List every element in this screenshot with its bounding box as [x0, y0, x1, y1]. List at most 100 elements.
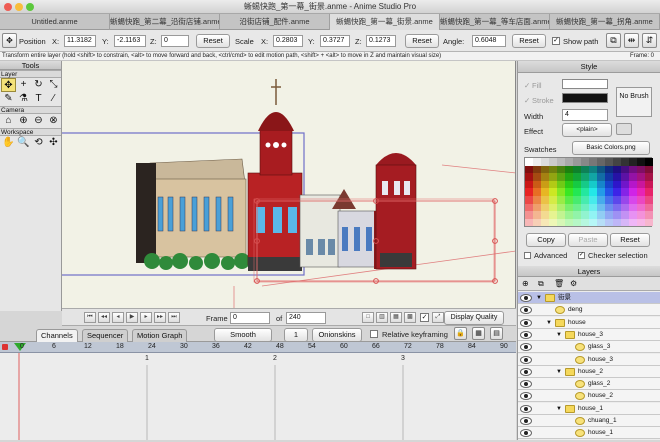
color-swatch[interactable] — [525, 158, 533, 166]
delete-layer-icon[interactable]: 🗑 — [554, 279, 564, 288]
color-swatch[interactable] — [597, 173, 605, 181]
view-grid-icon[interactable]: ▩ — [404, 312, 416, 323]
prev-frame-icon[interactable]: ◂ — [112, 312, 124, 323]
effect-dropdown[interactable]: <plain> — [562, 123, 612, 137]
scale-reset-button[interactable]: Reset — [405, 34, 439, 48]
flip-vertical-icon[interactable]: ⇵ — [642, 33, 657, 48]
color-swatches-grid[interactable] — [524, 157, 653, 227]
color-swatch[interactable] — [605, 173, 613, 181]
color-swatch[interactable] — [629, 196, 637, 204]
zoom-icon[interactable]: 🔍 — [16, 136, 31, 150]
rotate-workspace-icon[interactable]: ⟲ — [31, 136, 46, 150]
lock-icon[interactable]: 🔒 — [454, 327, 467, 340]
color-swatch[interactable] — [573, 218, 581, 227]
color-swatch[interactable] — [565, 196, 573, 204]
color-swatch[interactable] — [629, 203, 637, 212]
color-swatch[interactable] — [645, 218, 653, 227]
disclosure-triangle-icon[interactable]: ▼ — [556, 403, 562, 415]
brush-icon[interactable]: ✎ — [1, 92, 16, 106]
color-swatch[interactable] — [573, 188, 581, 196]
color-swatch[interactable] — [597, 211, 605, 219]
visibility-eye-icon[interactable] — [520, 367, 532, 376]
color-swatch[interactable] — [629, 188, 637, 196]
color-swatch[interactable] — [605, 158, 613, 166]
color-swatch[interactable] — [581, 211, 589, 219]
layer-row[interactable]: ▼ house_2 — [518, 365, 660, 378]
color-swatch[interactable] — [565, 173, 573, 181]
align-icon[interactable]: ⧉ — [606, 33, 621, 48]
color-swatch[interactable] — [573, 211, 581, 219]
color-swatch[interactable] — [605, 188, 613, 196]
disclosure-triangle-icon[interactable]: ▼ — [556, 329, 562, 341]
color-swatch[interactable] — [565, 203, 573, 212]
color-swatch[interactable] — [533, 203, 541, 212]
paste-button[interactable]: Paste — [568, 233, 608, 247]
color-swatch[interactable] — [629, 180, 637, 189]
color-swatch[interactable] — [541, 188, 549, 196]
layer-row[interactable]: ▼ house_3 — [518, 328, 660, 341]
color-swatch[interactable] — [605, 218, 613, 227]
timeline-area[interactable]: 1 2 3 — [0, 353, 516, 440]
color-swatch[interactable] — [581, 165, 589, 174]
color-swatch[interactable] — [645, 188, 653, 196]
step-back-icon[interactable]: ◂◂ — [98, 312, 110, 323]
disclosure-triangle-icon[interactable]: ▼ — [556, 366, 562, 378]
timeline-ruler[interactable]: 0 6 12 18 24 30 36 42 48 54 60 66 72 78 84 90 — [0, 342, 516, 353]
color-swatch[interactable] — [525, 196, 533, 204]
color-swatch[interactable] — [613, 173, 621, 181]
visibility-eye-icon[interactable] — [520, 330, 532, 339]
color-swatch[interactable] — [533, 165, 541, 174]
color-swatch[interactable] — [525, 211, 533, 219]
position-z-field[interactable]: 0 — [161, 35, 189, 47]
color-swatch[interactable] — [557, 188, 565, 196]
color-swatch[interactable] — [637, 218, 645, 227]
color-swatch[interactable] — [637, 165, 645, 174]
view-single-icon[interactable]: □ — [362, 312, 374, 323]
onionskins-dropdown[interactable]: Onionskins — [312, 328, 362, 342]
color-swatch[interactable] — [589, 173, 597, 181]
camera-zoom-icon[interactable]: ⊕ — [16, 114, 31, 128]
color-swatch[interactable] — [557, 173, 565, 181]
color-swatch[interactable] — [597, 203, 605, 212]
color-swatch[interactable] — [557, 180, 565, 189]
color-swatch[interactable] — [597, 218, 605, 227]
color-swatch[interactable] — [573, 173, 581, 181]
advanced-checkbox[interactable] — [524, 252, 531, 259]
angle-reset-button[interactable]: Reset — [512, 34, 546, 48]
color-swatch[interactable] — [549, 196, 557, 204]
color-swatch[interactable] — [565, 188, 573, 196]
color-swatch[interactable] — [605, 180, 613, 189]
color-swatch[interactable] — [573, 203, 581, 212]
disclosure-triangle-icon[interactable]: ▼ — [536, 292, 542, 304]
color-swatch[interactable] — [549, 180, 557, 189]
layer-row[interactable]: house_2 — [518, 390, 660, 403]
layer-row[interactable]: glass_2 — [518, 378, 660, 391]
color-swatch[interactable] — [557, 203, 565, 212]
color-swatch[interactable] — [605, 203, 613, 212]
color-swatch[interactable] — [565, 165, 573, 174]
show-path-checkbox[interactable]: ✓ — [552, 37, 560, 45]
color-swatch[interactable] — [637, 203, 645, 212]
visibility-eye-icon[interactable] — [520, 380, 532, 389]
layer-row[interactable]: glass_3 — [518, 341, 660, 354]
duplicate-layer-icon[interactable]: ⧉ — [538, 279, 544, 289]
color-swatch[interactable] — [621, 211, 629, 219]
visibility-eye-icon[interactable] — [520, 429, 532, 438]
fill-checkbox[interactable]: ✓ — [524, 81, 530, 90]
visibility-eye-icon[interactable] — [520, 392, 532, 401]
timeline-option2-icon[interactable]: ▤ — [490, 327, 503, 340]
timeline-option-icon[interactable]: ▦ — [472, 327, 485, 340]
camera-track-icon[interactable]: ⌂ — [1, 114, 16, 128]
color-swatch[interactable] — [549, 165, 557, 174]
display-quality-dropdown[interactable]: Display Quality — [444, 311, 504, 325]
record-icon[interactable] — [2, 344, 8, 350]
scale-layer-icon[interactable]: ⤡ — [46, 78, 61, 92]
color-swatch[interactable] — [645, 165, 653, 174]
color-swatch[interactable] — [621, 158, 629, 166]
color-swatch[interactable] — [541, 158, 549, 166]
color-swatch[interactable] — [645, 173, 653, 181]
swatches-dropdown[interactable]: Basic Colors.png — [572, 141, 650, 155]
transform-tool-icon[interactable]: ✥ — [2, 33, 17, 48]
color-swatch[interactable] — [549, 218, 557, 227]
relative-keyframing-checkbox[interactable] — [370, 330, 378, 338]
